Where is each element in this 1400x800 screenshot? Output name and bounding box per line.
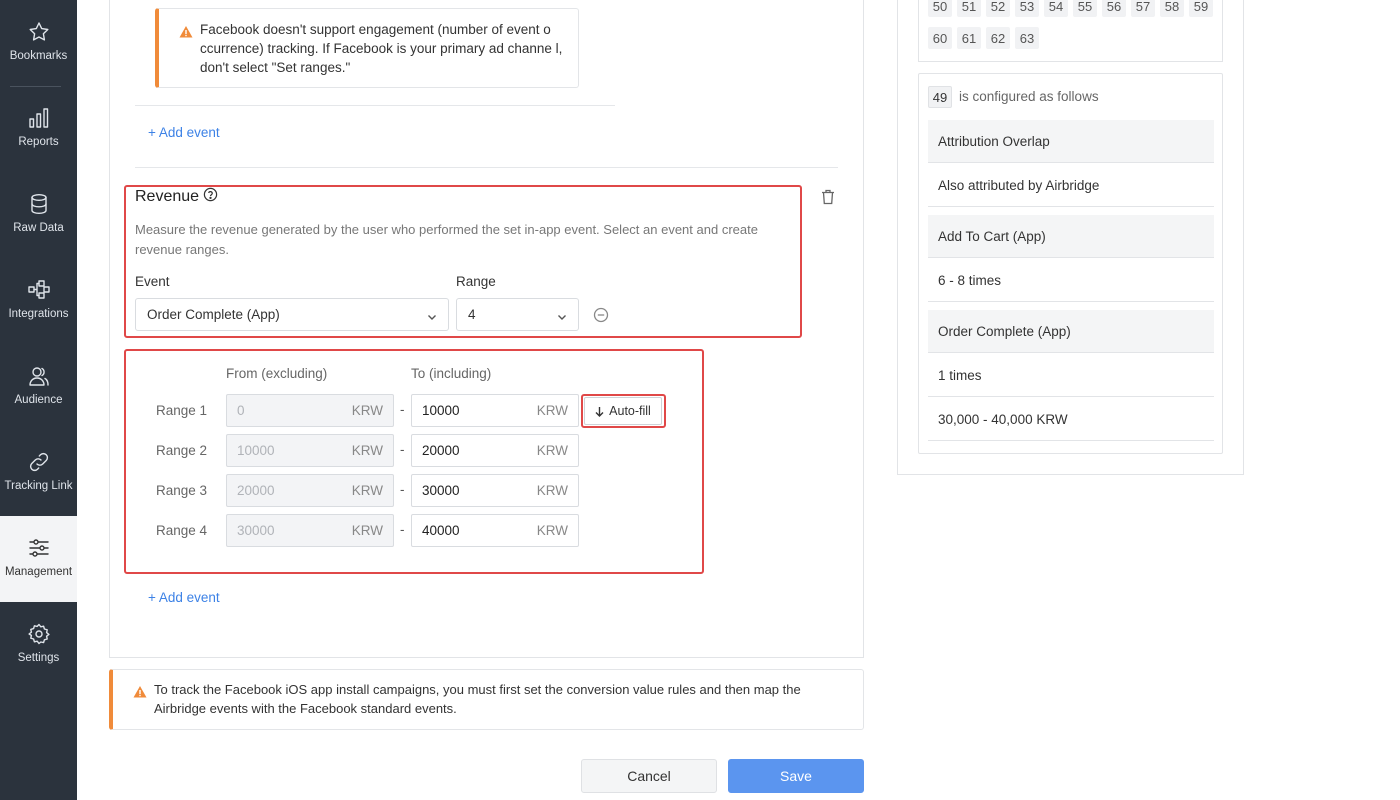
sidebar: Bookmarks Reports Raw Data Integrations … xyxy=(0,0,77,800)
sidebar-item-label: Management xyxy=(4,566,73,578)
config-row-value: Also attributed by Airbridge xyxy=(928,164,1214,207)
config-row-value: 1 times xyxy=(928,354,1214,397)
cancel-button[interactable]: Cancel xyxy=(581,759,717,793)
config-row-header: Order Complete (App) xyxy=(928,310,1214,353)
add-engagement-event-link[interactable]: + Add event xyxy=(148,125,220,140)
save-button[interactable]: Save xyxy=(728,759,864,793)
sidebar-item-audience[interactable]: Audience xyxy=(0,344,77,430)
sidebar-item-management[interactable]: Management xyxy=(0,516,77,602)
conversion-value-chip[interactable]: 54 xyxy=(1044,0,1068,17)
sidebar-item-label: Tracking Link xyxy=(4,480,73,492)
sidebar-item-label: Reports xyxy=(18,136,59,148)
conversion-value-chip[interactable]: 55 xyxy=(1073,0,1097,17)
sidebar-item-label: Integrations xyxy=(8,308,69,320)
sidebar-item-label: Raw Data xyxy=(13,222,64,234)
config-row-header: Attribution Overlap xyxy=(928,120,1214,163)
warning-icon xyxy=(179,25,193,39)
highlight-box-revenue-settings xyxy=(124,185,802,338)
sidebar-item-label: Settings xyxy=(17,652,60,664)
integrations-icon xyxy=(27,278,51,302)
conversion-value-chip[interactable]: 61 xyxy=(957,27,981,49)
conversion-value-chip[interactable]: 59 xyxy=(1189,0,1213,17)
warning-text: To track the Facebook iOS app install ca… xyxy=(154,682,801,716)
sidebar-item-tracking-link[interactable]: Tracking Link xyxy=(0,430,77,516)
trash-icon[interactable] xyxy=(821,189,835,205)
add-revenue-event-link[interactable]: + Add event xyxy=(148,590,220,605)
facebook-engagement-warning: Facebook doesn't support engagement (num… xyxy=(155,8,579,88)
sidebar-item-label: Audience xyxy=(14,394,63,406)
sliders-icon xyxy=(27,536,51,560)
highlight-box-range-table xyxy=(124,349,704,574)
configured-text: is configured as follows xyxy=(959,89,1099,104)
conversion-value-chip[interactable]: 51 xyxy=(957,0,981,17)
config-row-value: 6 - 8 times xyxy=(928,259,1214,302)
sidebar-item-raw-data[interactable]: Raw Data xyxy=(0,172,77,258)
audience-icon xyxy=(27,364,51,388)
conversion-value-chip[interactable]: 58 xyxy=(1160,0,1184,17)
conversion-value-chip[interactable]: 57 xyxy=(1131,0,1155,17)
ios-campaign-warning: To track the Facebook iOS app install ca… xyxy=(109,669,864,730)
conversion-value-chip[interactable]: 60 xyxy=(928,27,952,49)
divider xyxy=(135,105,615,106)
selected-value-badge: 49 xyxy=(928,86,952,108)
config-row-value: 30,000 - 40,000 KRW xyxy=(928,398,1214,441)
conversion-value-chip[interactable]: 53 xyxy=(1015,0,1039,17)
sidebar-item-reports[interactable]: Reports xyxy=(0,86,77,172)
warning-text: Facebook doesn't support engagement (num… xyxy=(200,22,563,75)
sidebar-item-bookmarks[interactable]: Bookmarks xyxy=(0,0,77,86)
database-icon xyxy=(27,192,51,216)
config-row-header: Add To Cart (App) xyxy=(928,215,1214,258)
bar-chart-icon xyxy=(27,106,51,130)
conversion-value-chip[interactable]: 63 xyxy=(1015,27,1039,49)
gear-icon xyxy=(27,622,51,646)
conversion-value-chip[interactable]: 50 xyxy=(928,0,952,17)
sidebar-item-integrations[interactable]: Integrations xyxy=(0,258,77,344)
conversion-value-chip[interactable]: 52 xyxy=(986,0,1010,17)
conversion-value-chip[interactable]: 62 xyxy=(986,27,1010,49)
section-divider xyxy=(135,167,838,168)
sidebar-item-label: Bookmarks xyxy=(9,50,68,62)
star-icon xyxy=(27,20,51,44)
sidebar-item-settings[interactable]: Settings xyxy=(0,602,77,688)
link-icon xyxy=(27,450,51,474)
conversion-value-chip[interactable]: 56 xyxy=(1102,0,1126,17)
warning-icon xyxy=(133,685,147,699)
